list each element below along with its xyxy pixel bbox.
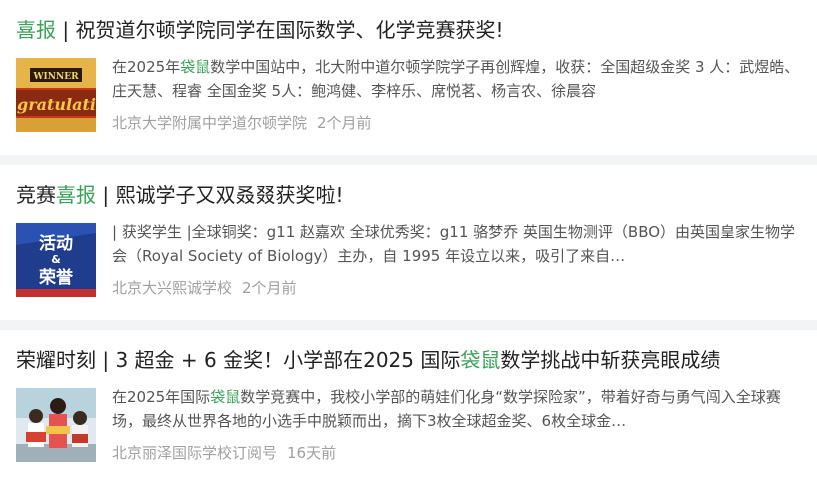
news-desc-2: | 获奖学生 |全球铜奖：g11 赵嘉欢 全球优秀奖：g11 骆梦乔 英国生物测… bbox=[112, 223, 796, 265]
thumbnail-congratulations[interactable]: WINNER ngratulatio bbox=[16, 58, 96, 132]
title-prefix: 竞赛 bbox=[16, 183, 56, 207]
thumbnail-activity-honor[interactable]: 活动 & 荣誉 bbox=[16, 223, 96, 297]
thumb-line3: 荣誉 bbox=[38, 267, 74, 288]
news-card-3[interactable]: 荣耀时刻 | 3 超金 + 6 金奖！小学部在2025 国际袋鼠数学挑战中斩获亮… bbox=[0, 330, 817, 495]
title-highlight: 袋鼠 bbox=[460, 348, 501, 372]
thumbnail-students-photo[interactable] bbox=[16, 388, 96, 462]
title-text: | 熙诚学子又双叒叕获奖啦! bbox=[96, 183, 344, 207]
news-title-1[interactable]: 喜报 | 祝贺道尔顿学院同学在国际数学、化学竞赛获奖! bbox=[16, 14, 797, 46]
news-source[interactable]: 北京大学附属中学道尔顿学院 bbox=[112, 114, 307, 132]
title-prefix: 荣耀时刻 | 3 超金 + 6 金奖！小学部在2025 国际 bbox=[16, 348, 461, 372]
news-desc-3: 在2025年国际袋鼠数学竞赛中，我校小学部的萌娃们化身“数学探险家”，带着好奇与… bbox=[112, 388, 781, 430]
title-highlight: 喜报 bbox=[16, 18, 56, 42]
news-title-3[interactable]: 荣耀时刻 | 3 超金 + 6 金奖！小学部在2025 国际袋鼠数学挑战中斩获亮… bbox=[16, 344, 797, 376]
news-title-2[interactable]: 竞赛喜报 | 熙诚学子又双叒叕获奖啦! bbox=[16, 179, 797, 211]
news-time: 2个月前 bbox=[242, 279, 297, 297]
thumb-congrats-text: ngratulatio bbox=[16, 95, 96, 114]
title-text: | 祝贺道尔顿学院同学在国际数学、化学竞赛获奖! bbox=[56, 18, 504, 42]
title-text: 数学挑战中斩获亮眼成绩 bbox=[500, 348, 721, 372]
news-source[interactable]: 北京大兴熙诚学校 bbox=[112, 279, 232, 297]
news-meta-2: 北京大兴熙诚学校 2个月前 bbox=[112, 276, 297, 300]
news-time: 16天前 bbox=[287, 444, 337, 462]
news-time: 2个月前 bbox=[317, 114, 372, 132]
news-card-1[interactable]: 喜报 | 祝贺道尔顿学院同学在国际数学、化学竞赛获奖! WINNER ngrat… bbox=[0, 0, 817, 155]
thumb-line2: & bbox=[51, 253, 61, 266]
news-card-2[interactable]: 竞赛喜报 | 熙诚学子又双叒叕获奖啦! 活动 & 荣誉 | 获奖学生 |全球铜奖… bbox=[0, 165, 817, 320]
news-meta-3: 北京丽泽国际学校订阅号 16天前 bbox=[112, 441, 336, 465]
thumb-winner-text: WINNER bbox=[32, 72, 79, 82]
news-source[interactable]: 北京丽泽国际学校订阅号 bbox=[112, 444, 277, 462]
title-highlight: 喜报 bbox=[56, 183, 96, 207]
thumb-line1: 活动 bbox=[39, 233, 73, 254]
news-desc-1: 在2025年袋鼠数学中国站中，北大附中道尔顿学院学子再创辉煌，收获：全国超级金奖… bbox=[112, 58, 800, 100]
news-meta-1: 北京大学附属中学道尔顿学院 2个月前 bbox=[112, 111, 372, 135]
